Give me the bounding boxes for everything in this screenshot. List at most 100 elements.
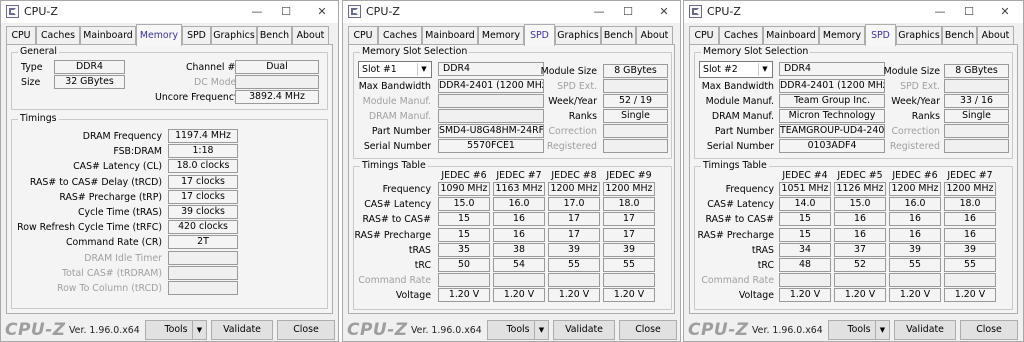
- serial-number-label: Serial Number: [363, 141, 431, 152]
- close-window-button[interactable]: ✕: [650, 1, 678, 23]
- jedec-column-header: JEDEC #8: [551, 170, 597, 181]
- close-button[interactable]: Close: [960, 320, 1018, 340]
- tab-caches[interactable]: Caches: [719, 26, 763, 45]
- timing-table-cell: 39: [944, 242, 996, 257]
- tab-memory[interactable]: Memory: [478, 26, 524, 45]
- timing-label: RAS# Precharge (tRP): [59, 191, 162, 203]
- chevron-down-icon[interactable]: ▼: [534, 321, 548, 339]
- timing-value: 18.0 clocks: [168, 159, 238, 174]
- timing-table-label: Frequency: [725, 184, 774, 195]
- tab-cpu[interactable]: CPU: [6, 26, 36, 45]
- week-year-value: 52 / 19: [603, 94, 668, 108]
- timing-table-cell: [493, 273, 545, 288]
- tab-memory[interactable]: Memory: [819, 26, 865, 45]
- module-size-label: Module Size: [540, 66, 597, 77]
- close-window-button[interactable]: ✕: [991, 1, 1019, 23]
- tab-cpu[interactable]: CPU: [689, 26, 719, 45]
- timing-table-cell: 17: [603, 212, 655, 227]
- tools-button[interactable]: Tools ▼: [487, 320, 549, 340]
- timing-value: [168, 281, 238, 295]
- dram-manuf-value: Micron Technology: [779, 109, 885, 123]
- tab-bench[interactable]: Bench: [942, 26, 977, 45]
- timing-table-cell: 1200 MHz: [889, 182, 941, 196]
- timing-table-cell: 1051 MHz: [779, 182, 831, 196]
- maximize-button[interactable]: ☐: [614, 1, 642, 23]
- tools-button[interactable]: Tools ▼: [828, 320, 890, 340]
- minimize-button[interactable]: —: [243, 1, 271, 23]
- timing-value: [168, 250, 238, 265]
- timing-table-cell: 15: [438, 212, 490, 227]
- registered-value: [603, 139, 668, 153]
- tab-bench[interactable]: Bench: [257, 26, 292, 45]
- timing-table-label: RAS# Precharge: [354, 229, 432, 241]
- slot-legend: Memory Slot Selection: [360, 46, 470, 57]
- module-size-value: 8 GBytes: [944, 64, 1009, 78]
- timing-table-cell: 54: [493, 258, 545, 272]
- tab-graphics[interactable]: Graphics: [896, 26, 942, 45]
- title-bar: CPU-Z — ☐ ✕: [684, 1, 1023, 23]
- title-bar: CPU-Z — ☐ ✕: [1, 1, 338, 23]
- timing-label: DRAM Frequency: [82, 131, 162, 142]
- cpuz-window-memory: CPU-Z — ☐ ✕ CPU Caches Mainboard Memory …: [0, 0, 339, 342]
- tab-mainboard[interactable]: Mainboard: [422, 26, 478, 45]
- tab-mainboard[interactable]: Mainboard: [80, 26, 136, 45]
- validate-button[interactable]: Validate: [211, 320, 273, 340]
- validate-button[interactable]: Validate: [553, 320, 615, 340]
- tab-about[interactable]: About: [977, 26, 1014, 45]
- minimize-button[interactable]: —: [585, 1, 613, 23]
- timing-label: Row Refresh Cycle Time (tRFC): [17, 222, 162, 234]
- module-manuf-label: Module Manuf.: [705, 96, 774, 107]
- correction-value: [944, 124, 1009, 138]
- tab-about[interactable]: About: [292, 26, 329, 45]
- chevron-down-icon[interactable]: ▼: [417, 63, 430, 76]
- timing-table-cell: 14.0: [779, 197, 831, 212]
- tab-graphics[interactable]: Graphics: [555, 26, 601, 45]
- tab-spd[interactable]: SPD: [865, 24, 896, 46]
- tab-spd[interactable]: SPD: [524, 24, 555, 46]
- spd-ext-label: SPD Ext.: [900, 81, 940, 92]
- size-value: 32 GBytes: [54, 75, 125, 89]
- tools-label: Tools: [164, 324, 188, 335]
- tab-bench[interactable]: Bench: [601, 26, 636, 45]
- tab-mainboard[interactable]: Mainboard: [763, 26, 819, 45]
- tab-caches[interactable]: Caches: [36, 26, 80, 45]
- close-button[interactable]: Close: [277, 320, 335, 340]
- maximize-button[interactable]: ☐: [955, 1, 983, 23]
- slot-select[interactable]: Slot #1 ▼: [358, 61, 432, 78]
- slot-select[interactable]: Slot #2 ▼: [699, 61, 773, 78]
- tab-cpu[interactable]: CPU: [348, 26, 378, 45]
- timing-table-cell: 1090 MHz: [438, 182, 490, 196]
- registered-label: Registered: [889, 141, 940, 152]
- close-button[interactable]: Close: [619, 320, 677, 340]
- timing-table-cell: 1.20 V: [779, 288, 831, 303]
- timing-table-cell: 17: [603, 227, 655, 242]
- tab-caches[interactable]: Caches: [378, 26, 422, 45]
- minimize-button[interactable]: —: [926, 1, 954, 23]
- timing-table-label: RAS# to CAS#: [705, 214, 775, 226]
- memory-type-value: DDR4: [779, 62, 885, 76]
- chevron-down-icon[interactable]: ▼: [758, 63, 771, 76]
- chevron-down-icon[interactable]: ▼: [875, 321, 889, 339]
- timing-table-cell: 1163 MHz: [493, 182, 545, 196]
- channel-label: Channel #: [186, 62, 236, 73]
- timing-table-label: tRC: [414, 260, 431, 271]
- tools-button[interactable]: Tools ▼: [145, 320, 207, 340]
- maximize-button[interactable]: ☐: [272, 1, 300, 23]
- tab-about[interactable]: About: [636, 26, 673, 45]
- tab-memory[interactable]: Memory: [136, 24, 182, 46]
- tab-graphics[interactable]: Graphics: [211, 26, 257, 45]
- timing-table-label: CAS# Latency: [707, 199, 774, 211]
- timing-table-cell: 15.0: [438, 197, 490, 212]
- timing-table-cell: [834, 273, 886, 288]
- chevron-down-icon[interactable]: ▼: [192, 321, 206, 339]
- validate-button[interactable]: Validate: [894, 320, 956, 340]
- memory-type-value: DDR4: [438, 62, 544, 76]
- cpuz-app-icon: [348, 5, 361, 18]
- tab-spd[interactable]: SPD: [182, 26, 211, 45]
- correction-label: Correction: [548, 126, 598, 137]
- timing-label: CAS# Latency (CL): [73, 161, 162, 173]
- timing-table-cell: 34: [779, 242, 831, 257]
- close-window-button[interactable]: ✕: [308, 1, 336, 23]
- footer-bar: CPU-Z Ver. 1.96.0.x64 Tools ▼ Validate Cl…: [1, 316, 338, 341]
- timing-table-cell: 39: [889, 242, 941, 257]
